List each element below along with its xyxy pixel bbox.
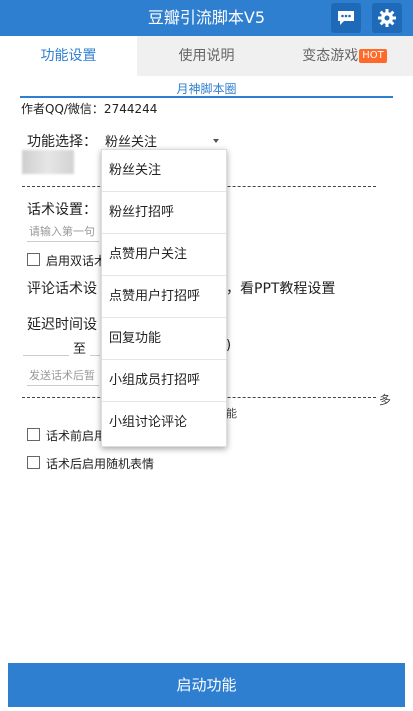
after-send-delay-input[interactable]: 发送话术后暂 [27,367,99,386]
post-random-emoji-checkbox[interactable] [27,456,40,469]
tab-function-settings[interactable]: 功能设置 [0,36,137,76]
gear-icon [378,9,396,27]
speech-settings-label: 话术设置： [27,202,97,218]
function-select-value: 粉丝关注 [105,135,158,150]
dual-speech-checkbox[interactable] [27,253,40,266]
delay-max-input[interactable] [90,337,100,356]
function-select[interactable]: 粉丝关注 [101,131,221,150]
dropdown-item-likers-follow[interactable]: 点赞用户关注 [102,234,226,276]
dropdown-item-reply[interactable]: 回复功能 [102,318,226,360]
more-suffix: 多 [379,393,392,407]
delay-to-label: 至 [73,342,87,357]
dual-speech-label: 启用双话术 [46,254,107,268]
pre-random-checkbox[interactable] [27,428,40,441]
tab-instructions[interactable]: 使用说明 [137,36,276,76]
title-bar: 豆瓣引流脚本V5 [0,0,413,36]
chat-button[interactable] [331,3,361,33]
hot-badge: HOT [359,49,387,63]
dropdown-item-fans-greet[interactable]: 粉丝打招呼 [102,192,226,234]
dropdown-item-group-comment[interactable]: 小组讨论评论 [102,402,226,444]
chat-bubble-icon [338,11,354,25]
tab-bar: 功能设置 使用说明 变态游戏 HOT [0,36,413,76]
blurred-area [22,150,74,174]
tab-label: 变态游戏 [302,48,359,64]
speech-input[interactable]: 请输入第一句 [27,223,99,242]
post-random-emoji-label: 话术后启用随机表情 [46,457,155,471]
author-info: 作者QQ/微信：2744244 [21,102,158,116]
caret-down-icon [213,139,219,143]
banner-link[interactable]: 月神脚本圈 [20,80,393,98]
dropdown-item-group-greet[interactable]: 小组成员打招呼 [102,360,226,402]
function-dropdown-menu: 粉丝关注 粉丝打招呼 点赞用户关注 点赞用户打招呼 回复功能 小组成员打招呼 小… [101,149,227,447]
function-select-label: 功能选择： [27,134,97,150]
delay-min-input[interactable] [23,337,69,356]
dropdown-item-likers-greet[interactable]: 点赞用户打招呼 [102,276,226,318]
comment-speech-hint: ，看PPT教程设置 [226,281,336,297]
tab-games[interactable]: 变态游戏 HOT [276,36,413,76]
tab-label: 使用说明 [178,48,235,64]
tab-label: 功能设置 [40,48,97,64]
delay-label: 延迟时间设 [27,317,97,333]
comment-speech-label: 评论话术设 [27,281,97,297]
dropdown-item-fans-follow[interactable]: 粉丝关注 [102,150,226,192]
feature-suffix: 能 [226,407,237,420]
settings-button[interactable] [372,3,402,33]
pre-random-label: 话术前启用 [46,429,107,443]
start-function-button[interactable]: 启动功能 [8,663,405,707]
